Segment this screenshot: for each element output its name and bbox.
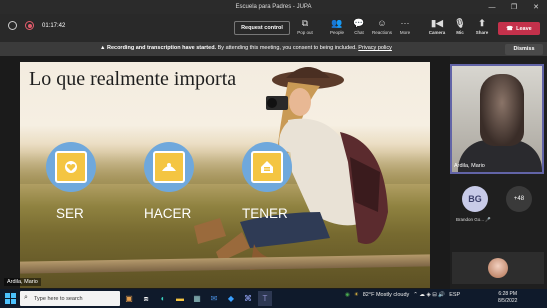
avatar-name-text: Brandon Go... xyxy=(456,217,485,222)
hacer-icon-circle xyxy=(144,142,194,192)
chrome-icon[interactable]: ◉ xyxy=(345,292,350,298)
share-icon: ⬆ xyxy=(478,18,486,28)
recording-banner: ▲ Recording and transcription have start… xyxy=(0,42,547,56)
windows-taskbar: ⌕ Type here to search ▣ ⧈ ◐ ▬ ▦ ✉ ◆ ⌘ T … xyxy=(0,289,547,308)
close-icon[interactable]: ✕ xyxy=(525,0,547,14)
house-icon xyxy=(251,151,283,183)
minimize-icon[interactable]: — xyxy=(481,0,503,14)
shield-icon xyxy=(8,21,17,30)
system-tray: ◉ ☀ 82°F Mostly cloudy ⌃ ☁ ◈ ⊟ 🔊 ESP xyxy=(345,292,460,298)
chat-icon: 💬 xyxy=(353,18,365,28)
meeting-toolbar: 01:17:42 Request control ⧉ Pop out 👥 Peo… xyxy=(0,14,547,42)
self-view-tile[interactable] xyxy=(452,252,544,284)
terminal-icon[interactable]: ⌘ xyxy=(241,291,255,306)
mic-muted-icon: 🎤 xyxy=(485,217,491,222)
popout-button[interactable]: ⧉ Pop out xyxy=(292,18,318,35)
slide-label-hacer: HACER xyxy=(144,206,192,221)
window-controls: — ❐ ✕ xyxy=(481,0,547,14)
meeting-timer: 01:17:42 xyxy=(42,22,66,29)
mic-label: Mic xyxy=(456,30,464,35)
photo-thumbnail-icon[interactable]: ▣ xyxy=(122,291,136,306)
share-label: Share xyxy=(475,30,489,35)
leave-label: Leave xyxy=(516,25,532,32)
share-button[interactable]: ⬆ Share xyxy=(469,18,495,35)
dismiss-button[interactable]: Dismiss xyxy=(505,43,543,55)
edge-icon[interactable]: ◐ xyxy=(156,291,170,306)
taskbar-clock[interactable]: 6:28 PM 8/5/2022 xyxy=(498,291,517,305)
clock-date: 8/5/2022 xyxy=(498,298,518,304)
vscode-icon[interactable]: ◆ xyxy=(224,291,238,306)
window-title: Escuela para Padres - JUPA xyxy=(235,4,312,10)
popout-label: Pop out xyxy=(297,30,313,35)
avatar-participant-name: Brandon Go... 🎤 xyxy=(456,217,491,223)
clock-time: 6:28 PM xyxy=(498,291,518,297)
request-control-button[interactable]: Request control xyxy=(234,21,290,35)
reactions-label: Reactions xyxy=(371,30,392,35)
tener-icon-circle xyxy=(242,142,292,192)
task-view-icon[interactable]: ⧈ xyxy=(139,291,153,306)
weather-text[interactable]: 82°F Mostly cloudy xyxy=(363,292,410,298)
store-icon[interactable]: ▦ xyxy=(190,291,204,306)
chat-label: Chat xyxy=(354,30,364,35)
more-label: More xyxy=(399,30,411,35)
camera-icon: ▮◀ xyxy=(431,18,443,28)
mail-icon[interactable]: ✉ xyxy=(207,291,221,306)
banner-text: ▲ Recording and transcription have start… xyxy=(100,45,392,51)
people-label: People xyxy=(329,30,344,35)
shared-content-stage: Lo que realmente importa SER HACER TENER… xyxy=(0,56,450,289)
popout-icon: ⧉ xyxy=(301,18,309,28)
hands-icon xyxy=(153,151,185,183)
presentation-slide: Lo que realmente importa SER HACER TENER xyxy=(20,62,430,288)
slide-label-ser: SER xyxy=(56,206,84,221)
taskbar-search-box[interactable]: ⌕ Type here to search xyxy=(20,291,120,306)
camera-label: Camera xyxy=(428,30,446,35)
more-button[interactable]: ··· More xyxy=(392,18,418,35)
participant-face xyxy=(480,74,524,146)
presenter-name: Ardila, Mario xyxy=(4,278,41,286)
language-indicator[interactable]: ESP xyxy=(449,292,460,298)
windows-start-icon[interactable] xyxy=(5,293,16,304)
participant-sidebar: Ardila, Mario BG +48 Brandon Go... 🎤 xyxy=(450,56,547,289)
search-icon: ⌕ xyxy=(24,294,28,301)
meeting-status: 01:17:42 xyxy=(8,21,65,30)
mic-off-icon: 🎙 xyxy=(454,18,466,28)
privacy-policy-link[interactable]: Privacy policy xyxy=(358,45,392,51)
heart-icon xyxy=(55,151,87,183)
banner-bold: Recording and transcription have started… xyxy=(106,45,217,51)
warning-icon: ▲ xyxy=(100,45,106,51)
search-placeholder: Type here to search xyxy=(34,295,83,302)
maximize-icon[interactable]: ❐ xyxy=(503,0,525,14)
weather-icon: ☀ xyxy=(353,292,359,298)
self-avatar xyxy=(488,258,508,278)
participant-tile-name: Ardila, Mario xyxy=(454,163,485,169)
participant-avatar[interactable]: BG xyxy=(462,186,488,212)
slide-title: Lo que realmente importa xyxy=(29,68,237,90)
teams-icon[interactable]: T xyxy=(258,291,272,306)
file-explorer-icon[interactable]: ▬ xyxy=(173,291,187,306)
phone-icon: ☎ xyxy=(506,25,514,32)
banner-message: By attending this meeting, you consent t… xyxy=(217,45,357,51)
title-bar: Escuela para Padres - JUPA — ❐ ✕ xyxy=(0,0,547,14)
leave-button[interactable]: ☎ Leave xyxy=(498,22,540,35)
more-participants-button[interactable]: +48 xyxy=(506,186,532,212)
slide-label-tener: TENER xyxy=(242,206,288,221)
participant-video-tile[interactable] xyxy=(450,64,544,174)
slide-photo-woman-with-camera xyxy=(194,67,388,270)
recording-icon xyxy=(25,21,34,30)
more-icon: ··· xyxy=(400,18,410,28)
ser-icon-circle xyxy=(46,142,96,192)
people-icon: 👥 xyxy=(331,18,343,28)
reactions-icon: ☺ xyxy=(377,18,387,28)
taskbar-apps: ▣ ⧈ ◐ ▬ ▦ ✉ ◆ ⌘ T xyxy=(122,291,272,306)
tray-icons[interactable]: ⌃ ☁ ◈ ⊟ 🔊 xyxy=(413,292,445,298)
